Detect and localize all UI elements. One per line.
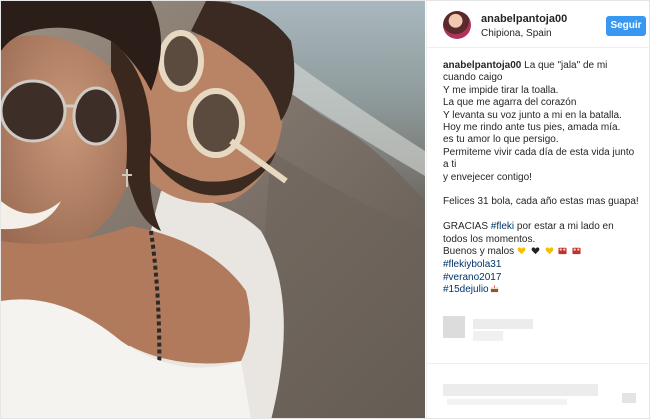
caption-gap	[443, 184, 643, 196]
caption-line: todos los momentos.	[443, 233, 536, 245]
blurred-timestamp	[447, 399, 567, 405]
emoji-row	[517, 246, 583, 259]
caption-line: Felices 31 bola, cada año estas mas guap…	[443, 196, 639, 208]
yellow-heart-icon	[517, 247, 526, 255]
blurred-comment	[473, 331, 503, 341]
cake-icon	[490, 285, 498, 293]
couple-icon	[572, 247, 581, 255]
caption-username[interactable]: anabelpantoja00	[443, 60, 521, 71]
instagram-post: anabelpantoja00 Chipiona, Spain Seguir a…	[0, 0, 650, 419]
thanks-prefix: GRACIAS	[443, 221, 491, 233]
couple-icon	[558, 247, 567, 255]
caption-text: La que "jala" de mi	[524, 60, 608, 71]
yellow-heart-icon	[545, 247, 553, 255]
blurred-options	[622, 393, 636, 403]
post-caption: anabelpantoja00 La que "jala" de mi cuan…	[443, 60, 643, 297]
blurred-avatar	[443, 316, 465, 338]
hashtag-link[interactable]: #verano2017	[443, 272, 643, 284]
blurred-comment	[473, 319, 533, 329]
caption-line: Y levanta su voz junto a mi en la batall…	[443, 109, 622, 121]
caption-line: Permiteme vivir cada día de esta vida ju…	[443, 146, 635, 158]
location-link[interactable]: Chipiona, Spain	[481, 28, 552, 39]
avatar[interactable]	[443, 11, 471, 39]
post-header: anabelpantoja00 Chipiona, Spain Seguir	[427, 1, 649, 48]
caption-line: cuando caigo	[443, 72, 503, 84]
hashtag-link[interactable]: #15dejulio	[443, 284, 489, 295]
buenos-text: Buenos y malos	[443, 246, 517, 258]
caption-line: La que me agarra del corazón	[443, 97, 577, 109]
divider	[427, 363, 649, 364]
caption-buenos-line: Buenos y malos	[443, 246, 643, 259]
blurred-likes	[443, 384, 598, 396]
caption-last-line: #15dejulio	[443, 284, 643, 296]
caption-line: Y me impide tirar la toalla.	[443, 84, 559, 96]
post-sidebar: anabelpantoja00 Chipiona, Spain Seguir a…	[426, 1, 649, 418]
post-photo[interactable]	[1, 1, 425, 418]
caption-gap	[443, 209, 643, 221]
caption-first-line: anabelpantoja00 La que "jala" de mi	[443, 60, 643, 72]
thanks-suffix: por estar a mi lado en	[514, 221, 614, 233]
caption-thanks-line: GRACIAS #fleki por estar a mi lado en	[443, 221, 643, 233]
caption-line: a ti	[443, 159, 457, 171]
caption-line: Hoy me rindo ante tus pies, amada mía.	[443, 122, 621, 134]
black-heart-icon	[531, 247, 540, 255]
caption-line: es tu amor lo que persigo.	[443, 134, 559, 146]
beach-selfie-image	[1, 1, 425, 418]
header-username[interactable]: anabelpantoja00	[481, 13, 567, 25]
caption-line: y envejecer contigo!	[443, 171, 532, 183]
hashtag-link[interactable]: #fleki	[491, 221, 514, 232]
hashtag-link[interactable]: #flekiybola31	[443, 259, 643, 271]
follow-button[interactable]: Seguir	[606, 16, 646, 36]
